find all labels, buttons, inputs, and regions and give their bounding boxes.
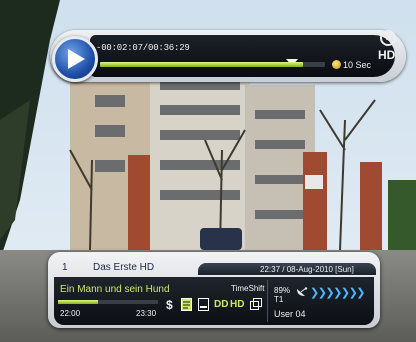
skip-interval-label: 10 Sec: [343, 60, 372, 70]
channel-number: 1: [62, 262, 68, 273]
hd-badge-label: HD: [378, 48, 396, 62]
user-label: User 04: [274, 309, 306, 319]
signal-strength-chevrons-icon: ❯❯❯❯❯❯❯: [310, 287, 366, 299]
aspect-icon: [250, 298, 262, 313]
playback-bar-panel: [90, 35, 395, 77]
channel-hd-badge: 1 HD: [378, 30, 412, 70]
program-title: Ein Mann und sein Hund: [60, 284, 170, 295]
dollar-icon: $: [166, 298, 173, 312]
event-progress-track: [58, 300, 158, 304]
satellite-label: T1: [274, 295, 284, 304]
skip-clock-icon: [332, 60, 341, 69]
playback-progress-fill: [100, 62, 303, 67]
event-progress-fill: [58, 300, 98, 304]
program-start-time: 22:00: [60, 309, 81, 318]
satellite-dish-icon: [296, 285, 308, 303]
timeshift-label: TimeShift: [231, 284, 265, 293]
subtitle-icon: [198, 298, 209, 314]
channel-logo-icon: 1: [380, 30, 396, 46]
hd-icon: HD: [230, 299, 245, 310]
signal-percent: 89%: [274, 286, 291, 295]
tv-screen: -00:02:07/00:36:29 10 Sec 1 HD 1 Das Ers…: [0, 0, 416, 342]
teletext-icon: [181, 298, 192, 314]
playback-time: -00:02:07/00:36:29: [96, 43, 190, 53]
channel-name: Das Erste HD: [93, 262, 155, 273]
program-end-time: 23:30: [136, 309, 157, 318]
dolby-icon: DD: [214, 299, 229, 310]
playback-progress-track[interactable]: [100, 62, 325, 67]
playback-bar: [50, 30, 406, 82]
play-icon[interactable]: [52, 36, 98, 82]
banner-divider: [267, 280, 268, 322]
datetime-label: 22:37 / 08-Aug-2010 [Sun]: [260, 265, 354, 274]
